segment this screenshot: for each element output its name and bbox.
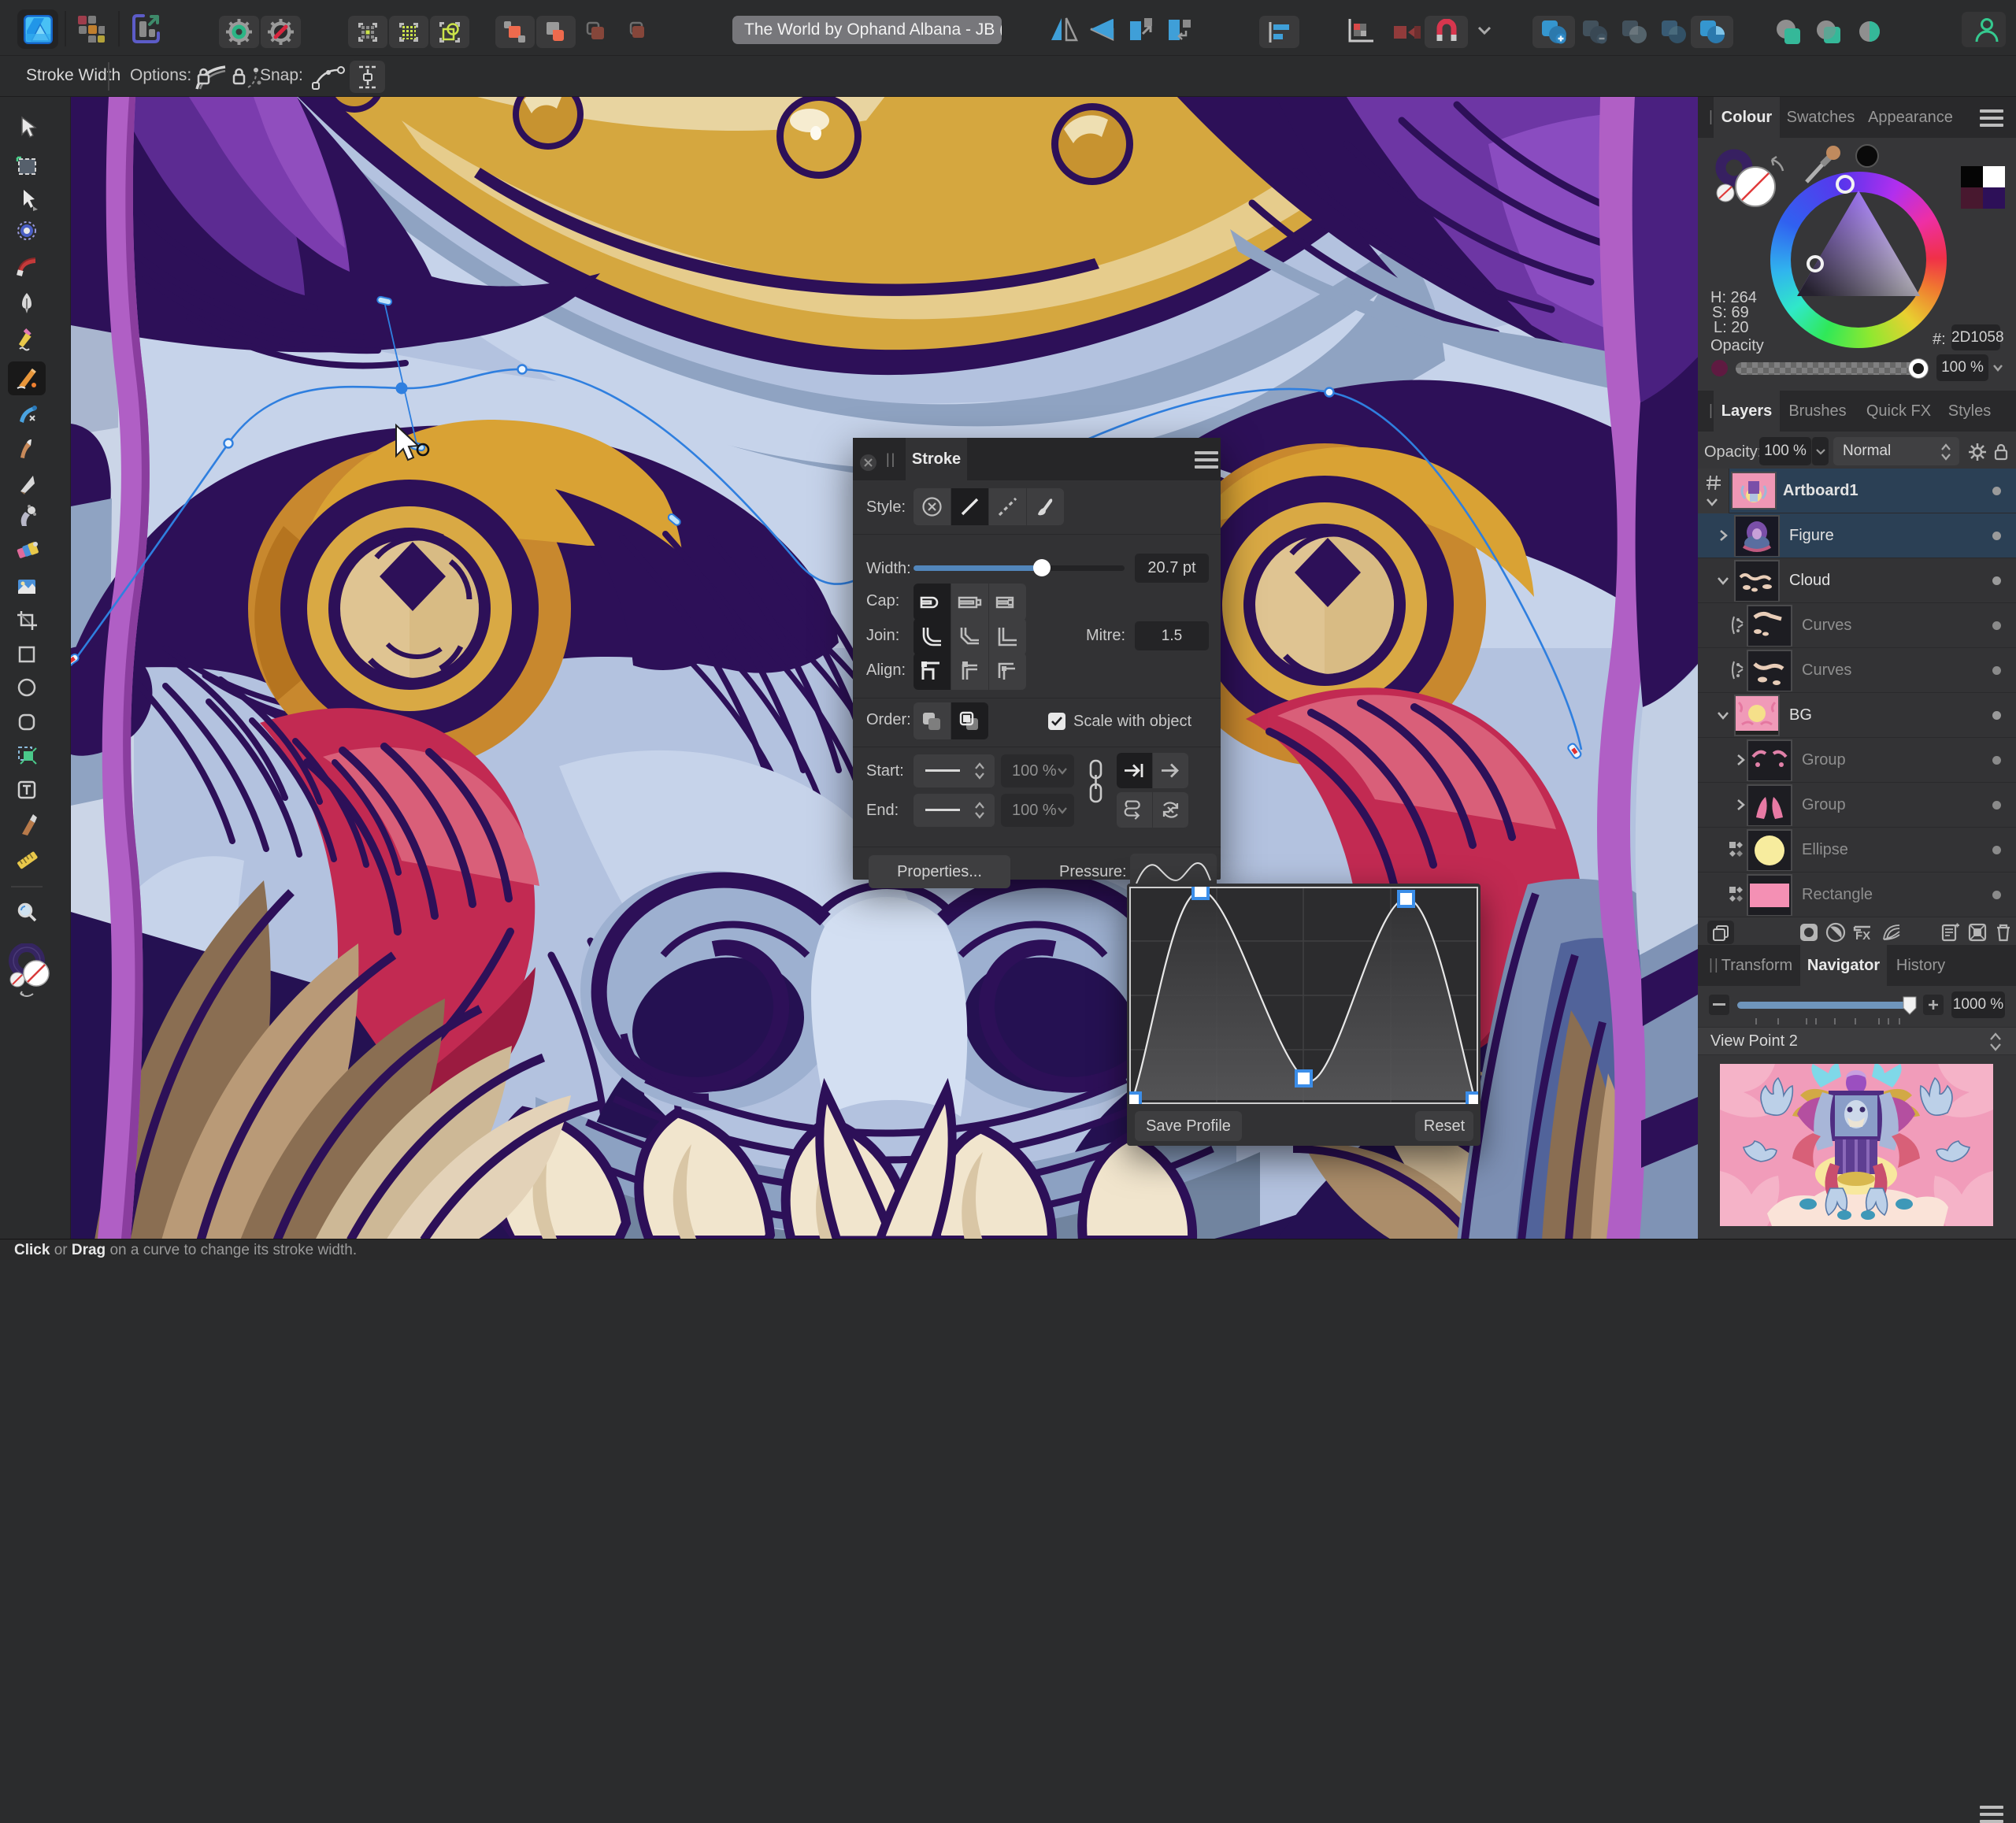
- svg-text:FX: FX: [1855, 929, 1870, 943]
